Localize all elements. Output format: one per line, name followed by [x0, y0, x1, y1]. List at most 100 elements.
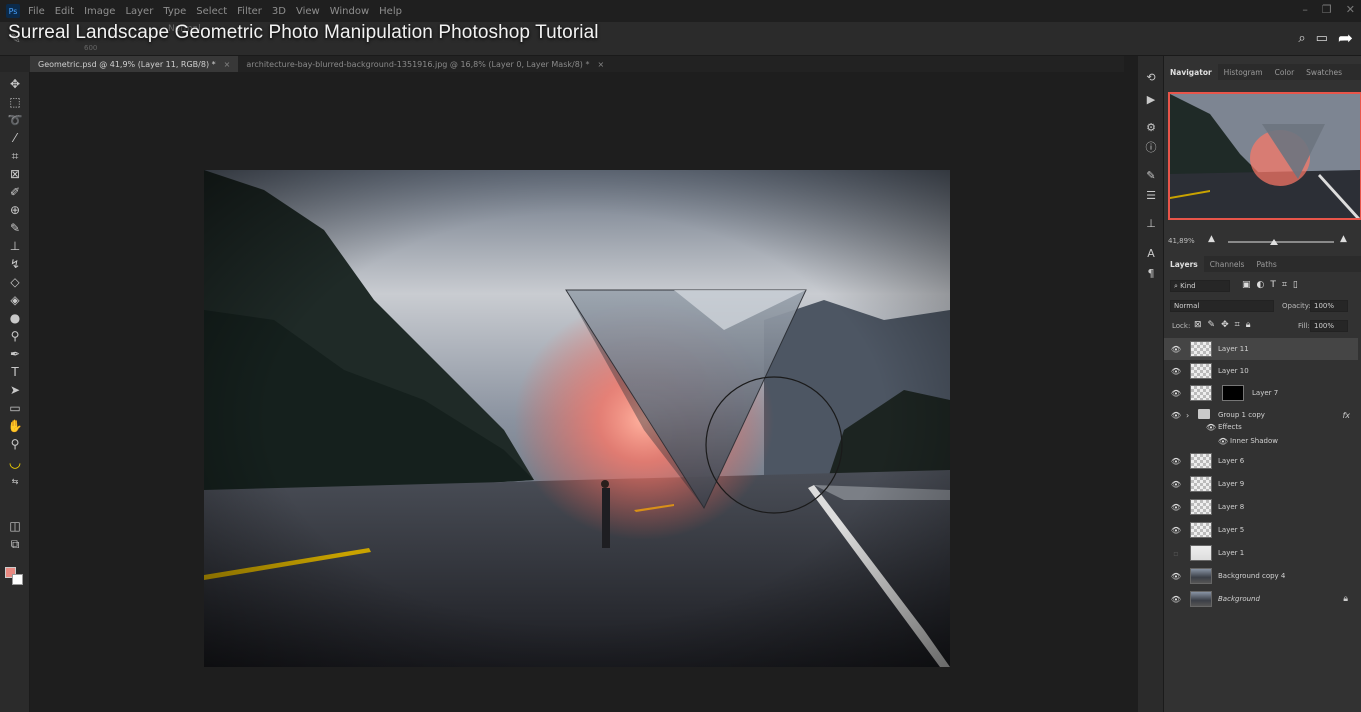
canvas-area[interactable]: [30, 72, 1124, 712]
fx-icon[interactable]: fx: [1342, 411, 1350, 420]
menu-filter[interactable]: Filter: [237, 6, 262, 17]
effect-row[interactable]: 👁︎ Inner Shadow: [1164, 434, 1358, 448]
tab-geometric[interactable]: Geometric.psd @ 41,9% (Layer 11, RGB/8) …: [30, 56, 239, 72]
visibility-eye-icon[interactable]: 👁︎: [1171, 366, 1181, 376]
visibility-eye-icon[interactable]: 👁︎: [1171, 410, 1181, 420]
zoom-slider[interactable]: [1228, 241, 1334, 243]
visibility-eye-icon[interactable]: 👁︎: [1206, 422, 1216, 432]
workspace-icon[interactable]: ▭: [1316, 31, 1328, 46]
history-brush-icon[interactable]: ↯: [6, 256, 24, 272]
visibility-eye-icon[interactable]: 👁︎: [1171, 571, 1181, 581]
blur-tool-icon[interactable]: ●: [6, 310, 24, 326]
paint-bucket-icon[interactable]: ◈: [6, 292, 24, 308]
tab-channels[interactable]: Channels: [1204, 256, 1251, 272]
minimize-icon[interactable]: –: [1302, 3, 1308, 16]
move-tool-icon[interactable]: ✥: [6, 76, 24, 92]
zoom-tool-icon[interactable]: ⚲: [6, 436, 24, 452]
tab-histogram[interactable]: Histogram: [1218, 64, 1269, 80]
menu-3d[interactable]: 3D: [272, 6, 286, 17]
restore-icon[interactable]: ❐: [1322, 3, 1332, 16]
close-tab-icon[interactable]: ×: [224, 60, 231, 69]
brush-settings-icon[interactable]: ✎: [1144, 168, 1158, 182]
background-color-swatch[interactable]: [12, 574, 23, 585]
visibility-eye-icon[interactable]: 👁︎: [1218, 436, 1228, 446]
opacity-field[interactable]: 100%: [1310, 300, 1348, 312]
search-icon[interactable]: ⌕: [1298, 31, 1305, 46]
layer-mask-thumbnail[interactable]: [1222, 385, 1244, 401]
dodge-tool-icon[interactable]: ⚲: [6, 328, 24, 344]
tab-color[interactable]: Color: [1269, 64, 1301, 80]
menu-help[interactable]: Help: [379, 6, 402, 17]
filter-kind-select[interactable]: ⌕ Kind: [1170, 280, 1230, 292]
layer-row[interactable]: 👁︎ Layer 7: [1164, 382, 1358, 404]
rectangle-tool-icon[interactable]: ▭: [6, 400, 24, 416]
marquee-tool-icon[interactable]: ⬚: [6, 94, 24, 110]
clone-source-icon[interactable]: ⊥: [1144, 216, 1158, 230]
brush-tool-icon[interactable]: ✎: [6, 220, 24, 236]
zoom-slider-handle[interactable]: [1270, 239, 1278, 245]
layer-row[interactable]: 👁︎ Layer 10: [1164, 360, 1358, 382]
crop-tool-icon[interactable]: ⌗: [6, 148, 24, 164]
frame-tool-icon[interactable]: ⊠: [6, 166, 24, 182]
visibility-eye-icon[interactable]: 👁︎: [1171, 344, 1181, 354]
quick-mask-icon[interactable]: ◫: [6, 518, 24, 534]
visibility-eye-icon[interactable]: 👁︎: [1171, 502, 1181, 512]
lock-icons[interactable]: ⊠✎✥⌗🔒︎: [1194, 320, 1256, 330]
eraser-tool-icon[interactable]: ◇: [6, 274, 24, 290]
tab-navigator[interactable]: Navigator: [1164, 64, 1218, 80]
layer-row[interactable]: 👁︎ Background copy 4: [1164, 565, 1358, 587]
visibility-eye-icon[interactable]: 👁︎: [1171, 456, 1181, 466]
layer-row[interactable]: 👁︎ Layer 6: [1164, 450, 1358, 472]
path-select-icon[interactable]: ➤: [6, 382, 24, 398]
info-panel-icon[interactable]: ⓘ: [1144, 140, 1158, 154]
paragraph-panel-icon[interactable]: ¶: [1144, 266, 1158, 280]
menu-layer[interactable]: Layer: [125, 6, 153, 17]
layer-row[interactable]: 👁︎ Layer 5: [1164, 519, 1358, 541]
close-icon[interactable]: ✕: [1346, 3, 1355, 16]
hand-tool-icon[interactable]: ✋: [6, 418, 24, 434]
menu-select[interactable]: Select: [196, 6, 227, 17]
layer-row[interactable]: 👁︎ Layer 8: [1164, 496, 1358, 518]
swap-colors-icon[interactable]: ⇆: [6, 473, 24, 489]
menu-edit[interactable]: Edit: [55, 6, 74, 17]
eyedropper-tool-icon[interactable]: ✐: [6, 184, 24, 200]
lock-icon[interactable]: 🔒︎: [1343, 594, 1348, 604]
type-tool-icon[interactable]: T: [6, 364, 24, 380]
navigator-thumbnail[interactable]: [1168, 92, 1361, 220]
layer-row[interactable]: 👁︎ Background 🔒︎: [1164, 588, 1358, 610]
zoom-out-icon[interactable]: ▲: [1208, 234, 1215, 244]
chevron-right-icon[interactable]: ›: [1186, 411, 1189, 420]
close-tab-icon[interactable]: ×: [597, 60, 604, 69]
layer-row[interactable]: 👁︎ Layer 11: [1164, 338, 1358, 360]
healing-brush-icon[interactable]: ⊕: [6, 202, 24, 218]
lasso-tool-icon[interactable]: ➰: [6, 112, 24, 128]
tab-swatches[interactable]: Swatches: [1300, 64, 1348, 80]
document-image[interactable]: [204, 170, 950, 667]
tab-paths[interactable]: Paths: [1250, 256, 1282, 272]
quick-select-tool-icon[interactable]: ⁄: [6, 130, 24, 146]
layer-row[interactable]: ▫ Layer 1: [1164, 542, 1358, 564]
adjustments-icon[interactable]: ☰: [1144, 188, 1158, 202]
visibility-eye-icon[interactable]: 👁︎: [1171, 525, 1181, 535]
menu-file[interactable]: File: [28, 6, 45, 17]
menu-window[interactable]: Window: [330, 6, 369, 17]
character-panel-icon[interactable]: A: [1144, 246, 1158, 260]
fill-field[interactable]: 100%: [1310, 320, 1348, 332]
clone-stamp-icon[interactable]: ⊥: [6, 238, 24, 254]
layer-filter-icons[interactable]: ▣◐T⌗▯: [1242, 280, 1304, 290]
menu-view[interactable]: View: [296, 6, 320, 17]
pen-tool-icon[interactable]: ✒: [6, 346, 24, 362]
history-panel-icon[interactable]: ⟲: [1144, 70, 1158, 84]
effects-row[interactable]: 👁︎ Effects: [1164, 420, 1358, 434]
screen-mode-icon[interactable]: ⧉: [6, 536, 24, 552]
layer-row[interactable]: 👁︎ Layer 9: [1164, 473, 1358, 495]
menu-type[interactable]: Type: [163, 6, 186, 17]
actions-panel-icon[interactable]: ▶: [1144, 92, 1158, 106]
blend-mode-select[interactable]: Normal: [1170, 300, 1274, 312]
tab-architecture[interactable]: architecture-bay-blurred-background-1351…: [238, 56, 612, 72]
zoom-in-icon[interactable]: ▲: [1340, 234, 1347, 244]
tab-layers[interactable]: Layers: [1164, 256, 1204, 272]
zoom-value[interactable]: 41,89%: [1168, 237, 1195, 245]
vertical-scroll-strip[interactable]: [1124, 56, 1138, 712]
visibility-eye-icon[interactable]: 👁︎: [1171, 479, 1181, 489]
